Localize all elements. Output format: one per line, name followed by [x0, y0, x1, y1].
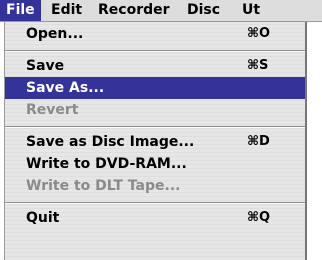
menu-item-open[interactable]: Open... ⌘O: [5, 23, 305, 45]
menu-item-label: Save As...: [26, 80, 105, 96]
menu-disc[interactable]: Disc: [181, 0, 226, 21]
menu-item-label: Quit: [26, 210, 60, 226]
menu-bar: File Edit Recorder Disc Ut: [0, 0, 322, 22]
menu-item-quit[interactable]: Quit ⌘Q: [5, 207, 305, 229]
menu-item-label: Write to DLT Tape...: [26, 178, 181, 194]
shortcut-label: ⌘O: [247, 26, 271, 41]
menu-item-label: Write to DVD-RAM...: [26, 156, 187, 172]
menu-item-write-dvd-ram[interactable]: Write to DVD-RAM...: [5, 153, 305, 175]
menu-item-label: Save: [26, 58, 65, 74]
menu-separator: [5, 202, 305, 204]
menu-item-label: Revert: [26, 102, 79, 118]
menu-recorder[interactable]: Recorder: [92, 0, 176, 21]
menu-file[interactable]: File: [0, 0, 41, 21]
menu-separator: [5, 50, 305, 52]
shortcut-label: ⌘S: [247, 58, 269, 73]
menu-item-write-dlt-tape: Write to DLT Tape...: [5, 175, 305, 197]
menu-item-save[interactable]: Save ⌘S: [5, 55, 305, 77]
menu-item-save-disc-image[interactable]: Save as Disc Image... ⌘D: [5, 131, 305, 153]
file-menu-dropdown: Open... ⌘O Save ⌘S Save As... Revert Sav…: [4, 22, 307, 260]
shortcut-label: ⌘D: [247, 134, 270, 149]
menu-item-label: Save as Disc Image...: [26, 134, 195, 150]
shortcut-label: ⌘Q: [247, 210, 271, 225]
menu-edit[interactable]: Edit: [45, 0, 88, 21]
menu-utilities[interactable]: Ut: [236, 0, 266, 21]
menu-item-save-as[interactable]: Save As...: [5, 77, 305, 99]
menu-item-label: Open...: [26, 26, 84, 42]
menu-separator: [5, 126, 305, 128]
menu-item-revert: Revert: [5, 99, 305, 121]
